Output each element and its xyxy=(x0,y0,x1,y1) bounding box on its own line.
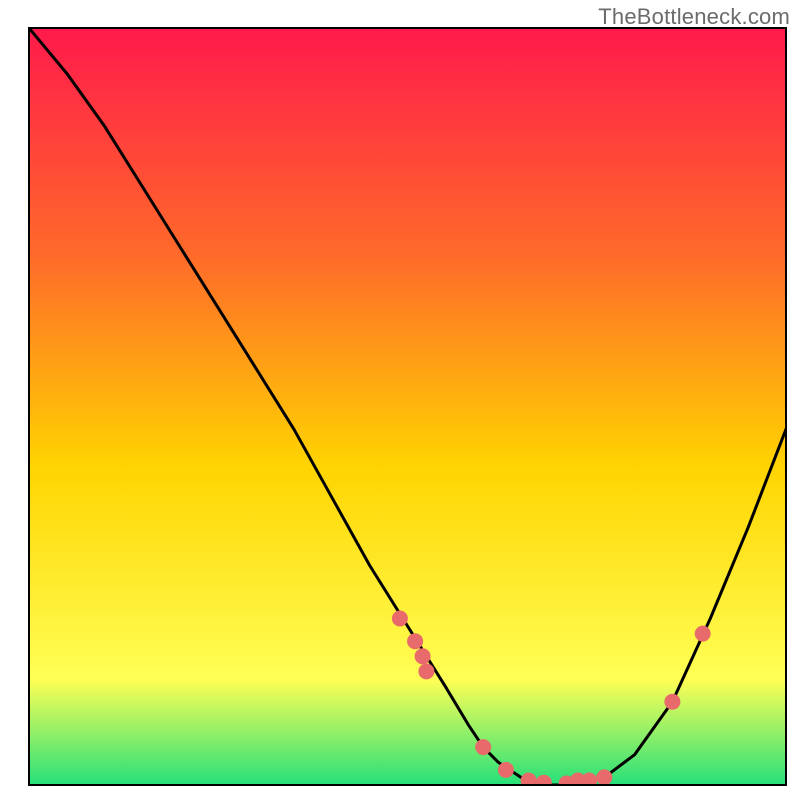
data-point xyxy=(596,769,612,785)
data-point xyxy=(392,611,408,627)
watermark-text: TheBottleneck.com xyxy=(598,4,790,30)
data-point xyxy=(581,773,597,789)
data-point xyxy=(475,739,491,755)
data-point xyxy=(695,626,711,642)
data-point xyxy=(521,773,537,789)
data-point xyxy=(498,762,514,778)
plot-gradient-background xyxy=(29,28,786,785)
data-point xyxy=(536,775,552,791)
data-point xyxy=(407,633,423,649)
bottleneck-chart xyxy=(0,0,800,800)
data-point xyxy=(418,663,434,679)
data-point xyxy=(664,694,680,710)
data-point xyxy=(415,648,431,664)
chart-stage: TheBottleneck.com xyxy=(0,0,800,800)
